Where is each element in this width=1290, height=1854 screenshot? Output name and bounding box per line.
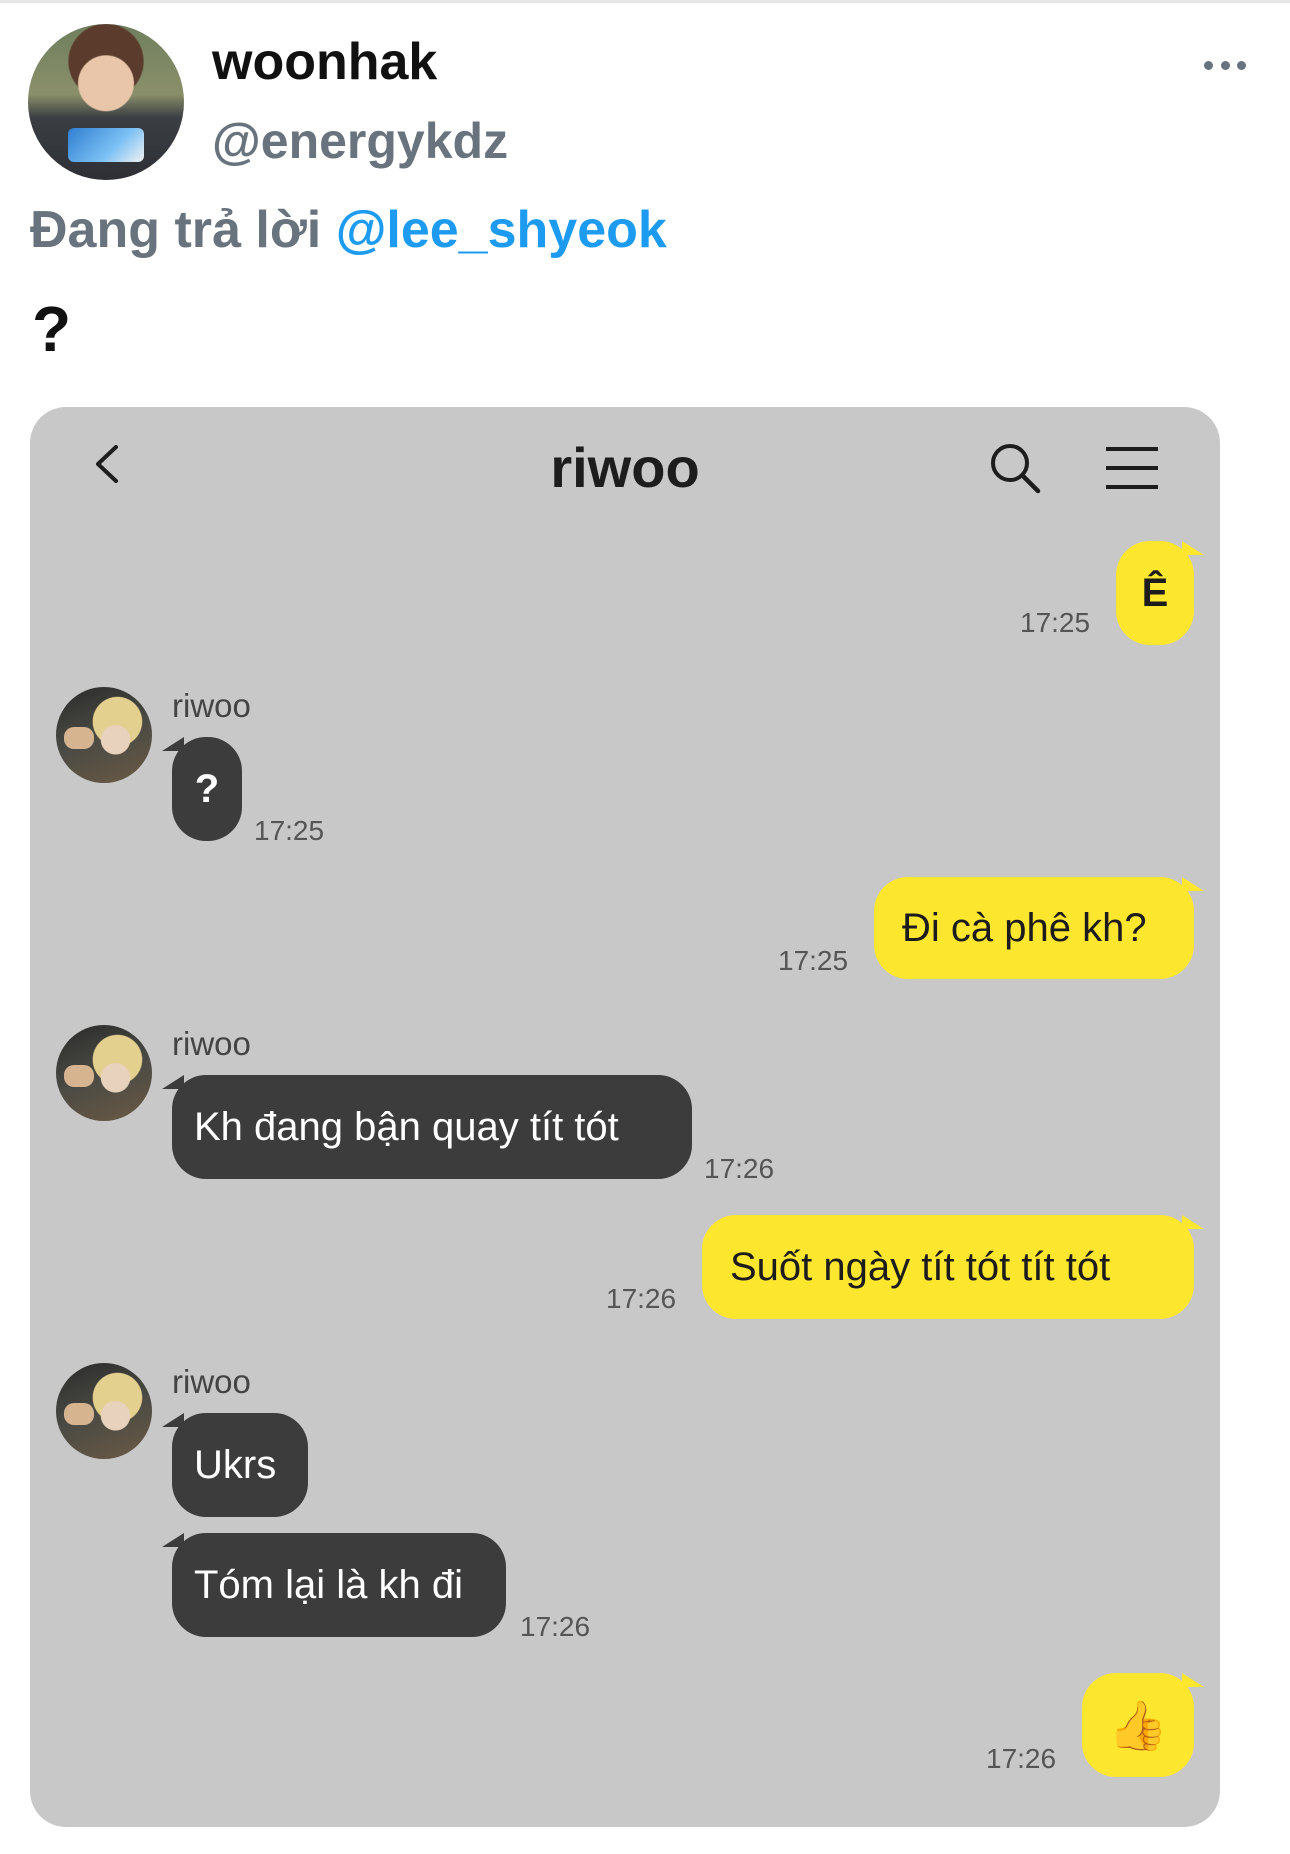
message-time: 17:25 [778, 945, 849, 976]
thumbs-up-icon: 👍 [1108, 1699, 1168, 1753]
sender-name: riwoo [172, 1025, 251, 1062]
message-text: Đi cà phê kh? [902, 905, 1147, 950]
tweet-text: ? [32, 293, 72, 365]
author-handle[interactable]: @energykdz [212, 112, 508, 170]
incoming-message: Kh đang bận quay tít tót [162, 1075, 692, 1179]
message-time: 17:25 [254, 815, 325, 846]
sender-name: riwoo [172, 1363, 251, 1400]
peer-avatar [56, 1363, 152, 1459]
message-time: 17:26 [520, 1611, 591, 1642]
outgoing-message: Đi cà phê kh? [874, 877, 1204, 979]
peer-avatar [56, 1025, 152, 1121]
author-avatar[interactable] [28, 24, 184, 180]
top-divider [0, 0, 1290, 3]
message-text: Ukrs [194, 1442, 277, 1487]
menu-icon [1106, 447, 1158, 489]
search-icon [991, 444, 1041, 494]
incoming-message: Tóm lại là kh đi [162, 1533, 506, 1637]
message-text: ? [194, 766, 220, 811]
incoming-message: Ukrs [162, 1413, 308, 1517]
message-text: Kh đang bận quay tít tót [194, 1104, 619, 1149]
peer-avatar [56, 687, 152, 783]
message-text: Ê [1141, 570, 1169, 615]
message-time: 17:26 [986, 1743, 1057, 1774]
sender-name: riwoo [172, 687, 251, 724]
outgoing-message: Suốt ngày tít tót tít tót [702, 1215, 1204, 1319]
reply-prefix: Đang trả lời [30, 201, 322, 259]
author-display-name[interactable]: woonhak [212, 32, 437, 92]
reply-mention-link[interactable]: @lee_shyeok [336, 201, 667, 259]
incoming-message: ? [162, 737, 242, 841]
message-time: 17:26 [704, 1153, 775, 1184]
more-icon[interactable] [1204, 58, 1246, 72]
message-text: Tóm lại là kh đi [194, 1562, 463, 1607]
reply-context: Đang trả lời @lee_shyeok [30, 200, 667, 260]
outgoing-message: Ê [1116, 541, 1204, 645]
attached-chat-screenshot[interactable]: riwoo Ê 17:25 riwoo ? 17:25 Đi cà phê kh… [30, 407, 1220, 1827]
outgoing-message: 👍 [1082, 1673, 1204, 1777]
message-time: 17:25 [1020, 607, 1091, 638]
message-time: 17:26 [606, 1283, 677, 1314]
message-text: Suốt ngày tít tót tít tót [730, 1244, 1111, 1289]
